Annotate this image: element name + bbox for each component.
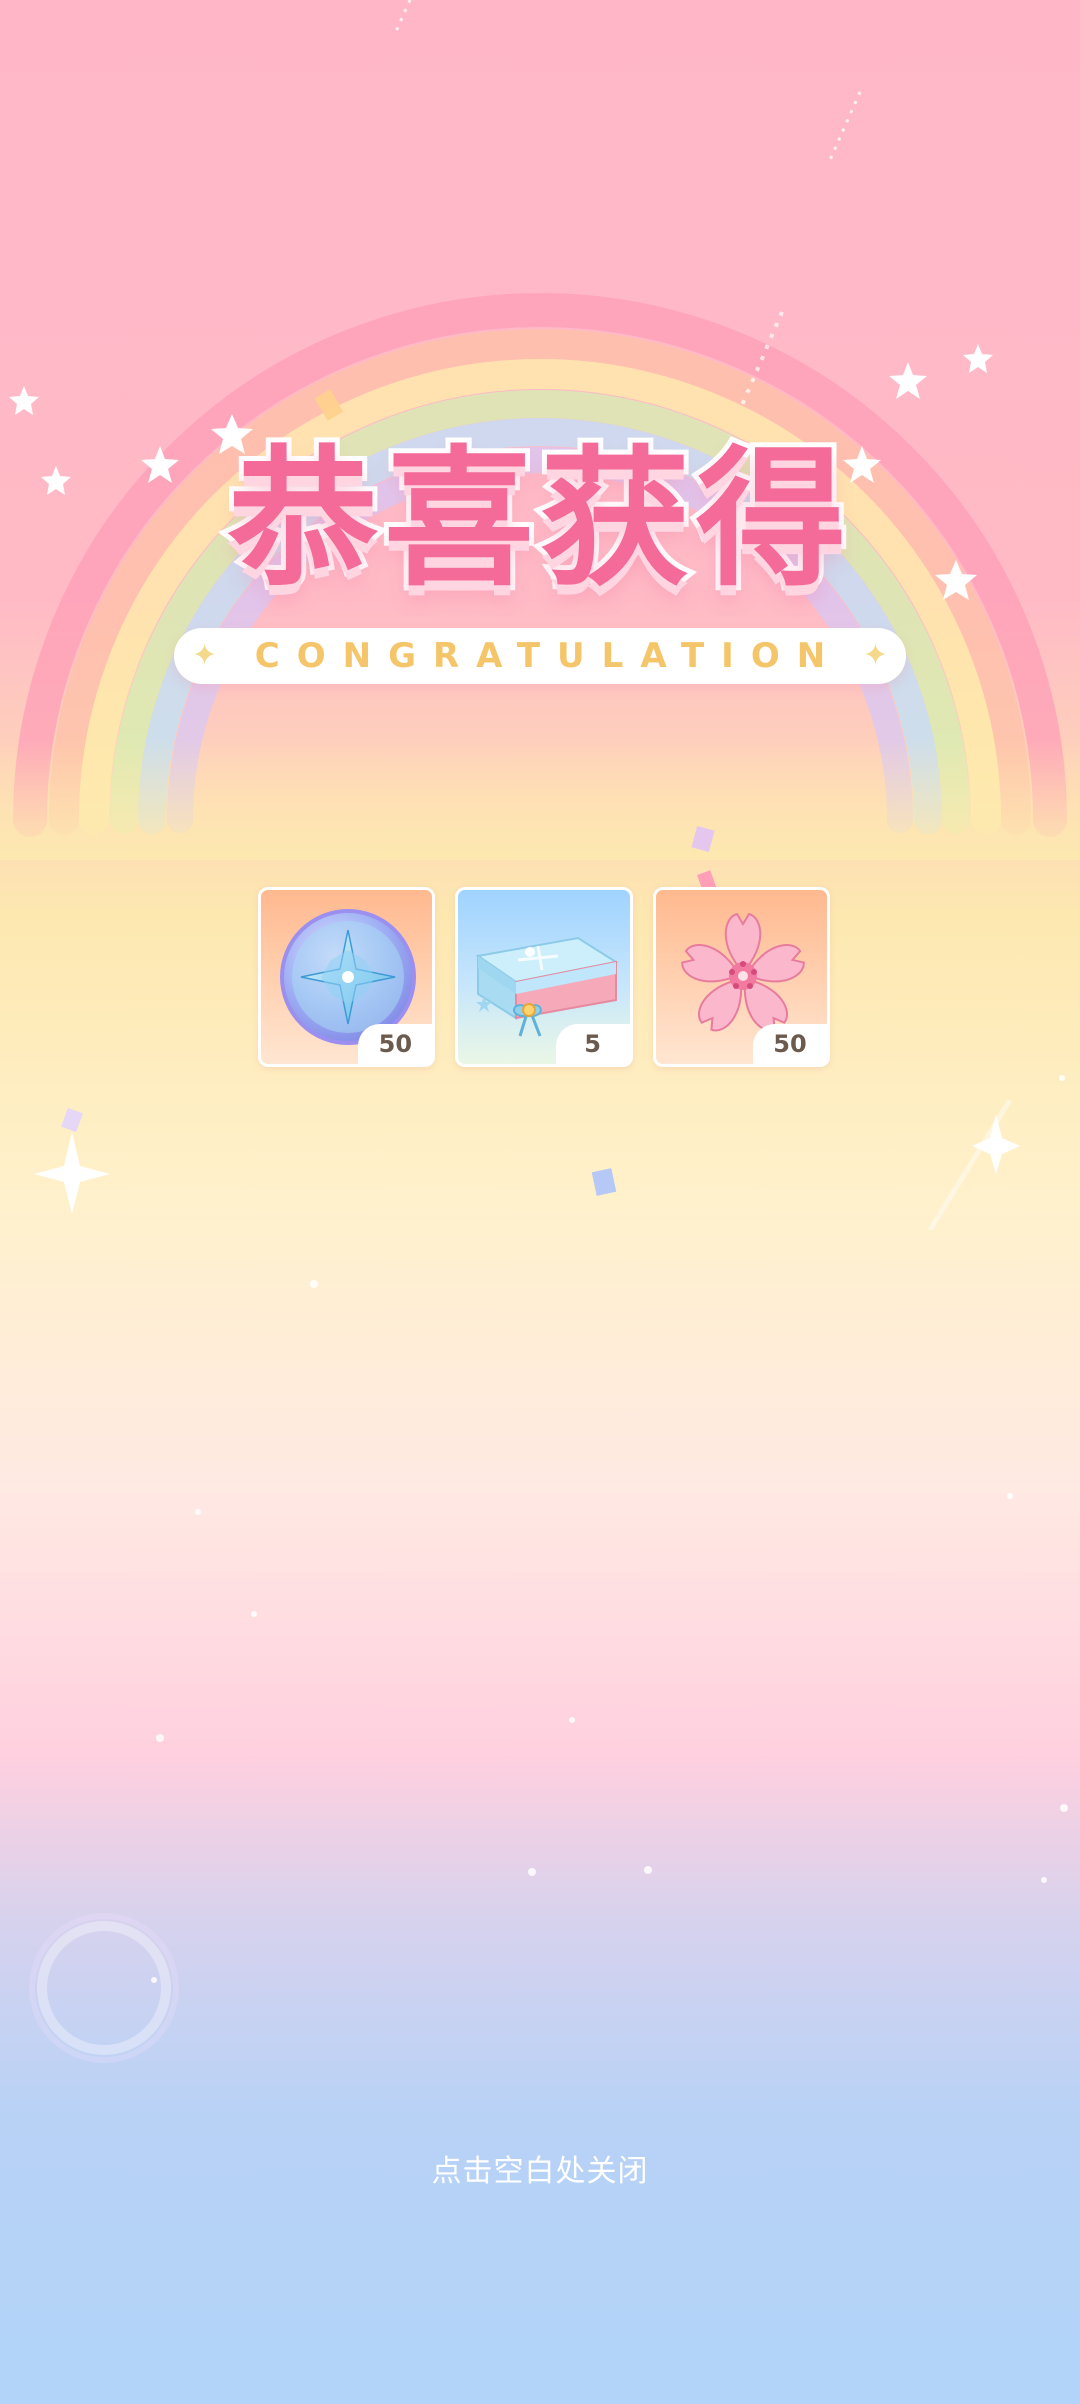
quantity-badge: 50	[752, 1024, 827, 1064]
quantity-badge: 5	[555, 1024, 630, 1064]
sparkle-icon: ✦	[192, 638, 218, 673]
rainbow-decoration	[0, 0, 1080, 2063]
congratulation-banner: ✦ CONGRATULATION ✦	[174, 628, 906, 684]
reward-list: 50 5 50	[258, 887, 830, 1067]
reward-item-sakura-flower[interactable]: 50	[652, 887, 830, 1067]
reward-item-compass-coin[interactable]: 50	[258, 887, 436, 1067]
reward-item-gift-box[interactable]: 5	[455, 887, 633, 1067]
subtitle-text: CONGRATULATION	[254, 636, 843, 676]
congratulations-title: 恭喜获得	[0, 420, 1080, 620]
sparkle-icon: ✦	[862, 638, 888, 673]
tap-to-close-hint[interactable]: 点击空白处关闭	[0, 2146, 1080, 2190]
quantity-badge: 50	[358, 1024, 433, 1064]
title-text: 恭喜获得	[223, 433, 852, 607]
